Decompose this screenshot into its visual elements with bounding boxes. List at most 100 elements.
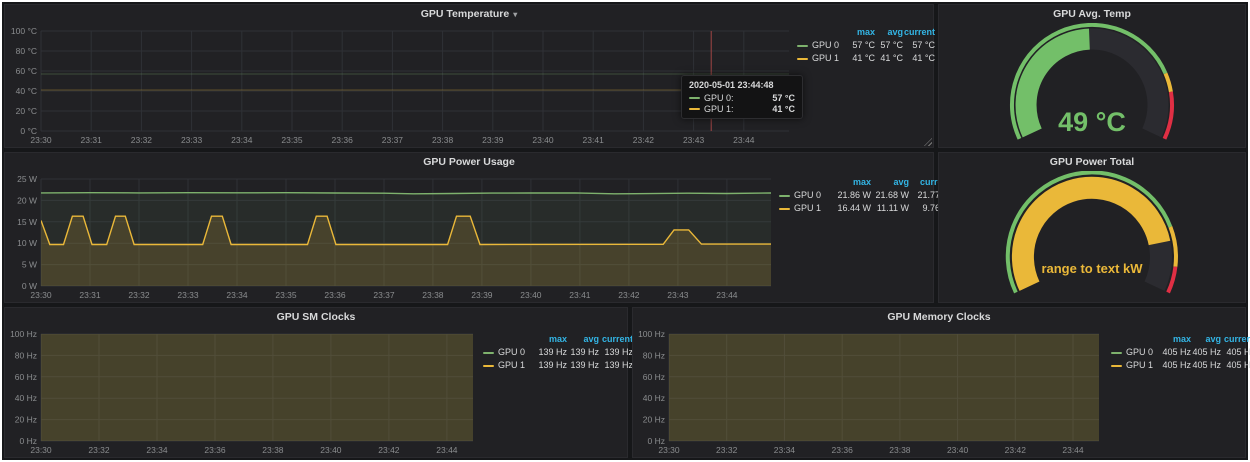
gpu-sm-clocks-chart[interactable]: 0 Hz20 Hz40 Hz60 Hz80 Hz100 Hz23:3023:32… bbox=[5, 326, 479, 457]
x-axis-tick-label: 23:38 bbox=[422, 290, 444, 300]
legend-corner-cell bbox=[483, 334, 533, 345]
chevron-down-icon[interactable]: ▾ bbox=[513, 10, 517, 19]
legend-header-avg[interactable]: avg bbox=[1191, 334, 1221, 345]
x-axis-tick-label: 23:33 bbox=[177, 290, 199, 300]
x-axis-tick-label: 23:35 bbox=[281, 135, 303, 145]
gpu-sm-clocks-legend: maxavgcurrentGPU 0139 Hz139 Hz139 HzGPU … bbox=[483, 334, 633, 371]
legend-value-cell: 139 Hz bbox=[599, 360, 633, 371]
legend-value-cell: 405 Hz bbox=[1191, 360, 1221, 371]
panel-title-gpu-sm-clocks[interactable]: GPU SM Clocks bbox=[277, 311, 356, 323]
series-color-dash bbox=[689, 108, 700, 110]
x-axis-tick-label: 23:30 bbox=[30, 290, 52, 300]
gpu-temperature-chart[interactable]: 0 °C20 °C40 °C60 °C80 °C100 °C23:3023:31… bbox=[5, 23, 795, 147]
gpu-memory-clocks-legend: maxavgcurrentGPU 0405 Hz405 Hz405 HzGPU … bbox=[1111, 334, 1250, 371]
x-axis-tick-label: 23:33 bbox=[181, 135, 203, 145]
panel-title-bar: GPU Temperature▾ bbox=[5, 5, 933, 23]
legend-series-gpu-1[interactable]: GPU 1 bbox=[483, 360, 533, 371]
y-axis-tick-label: 80 Hz bbox=[643, 350, 665, 360]
legend-header-avg[interactable]: avg bbox=[567, 334, 599, 345]
legend-value-cell: 41 °C bbox=[875, 53, 903, 64]
legend-value-cell: 405 Hz bbox=[1221, 360, 1250, 371]
legend-header-avg[interactable]: avg bbox=[875, 27, 903, 38]
dashboard: GPU Temperature▾ 0 °C20 °C40 °C60 °C80 °… bbox=[2, 2, 1248, 460]
x-axis-tick-label: 23:44 bbox=[733, 135, 755, 145]
legend-header-max[interactable]: max bbox=[1159, 334, 1191, 345]
x-axis-tick-label: 23:40 bbox=[947, 445, 969, 455]
x-axis-tick-label: 23:38 bbox=[262, 445, 284, 455]
series-color-dash bbox=[797, 58, 808, 60]
y-axis-tick-label: 80 °C bbox=[16, 46, 37, 56]
legend-series-label: GPU 0 bbox=[498, 347, 525, 358]
legend-header-max[interactable]: max bbox=[533, 334, 567, 345]
x-axis-tick-label: 23:30 bbox=[30, 445, 52, 455]
legend-value-cell: 41 °C bbox=[847, 53, 875, 64]
panel-title-gpu-temperature[interactable]: GPU Temperature bbox=[421, 8, 510, 20]
legend-value-cell: 405 Hz bbox=[1159, 347, 1191, 358]
gpu-temperature-legend: maxavgcurrentGPU 057 °C57 °C57 °CGPU 141… bbox=[797, 27, 935, 64]
legend-header-max[interactable]: max bbox=[847, 27, 875, 38]
legend-series-gpu-0[interactable]: GPU 0 bbox=[779, 190, 831, 201]
panel-gpu-temperature: GPU Temperature▾ 0 °C20 °C40 °C60 °C80 °… bbox=[4, 4, 934, 148]
legend-series-gpu-0[interactable]: GPU 0 bbox=[1111, 347, 1159, 358]
series-area-gpu-1 bbox=[669, 326, 1099, 441]
legend-header-avg[interactable]: avg bbox=[871, 177, 909, 188]
legend-series-gpu-0[interactable]: GPU 0 bbox=[483, 347, 533, 358]
y-axis-tick-label: 20 Hz bbox=[643, 415, 665, 425]
panel-title-gpu-power-usage[interactable]: GPU Power Usage bbox=[423, 156, 515, 168]
legend-value-cell: 11.11 W bbox=[871, 203, 909, 214]
legend-series-label: GPU 0 bbox=[794, 190, 821, 201]
panel-title-gpu-memory-clocks[interactable]: GPU Memory Clocks bbox=[887, 311, 990, 323]
x-axis-tick-label: 23:35 bbox=[275, 290, 297, 300]
legend-value-cell: 139 Hz bbox=[599, 347, 633, 358]
series-color-dash bbox=[689, 97, 700, 99]
series-color-dash bbox=[797, 45, 808, 47]
legend-header-current[interactable]: current bbox=[903, 27, 935, 38]
legend-series-gpu-0[interactable]: GPU 0 bbox=[797, 40, 847, 51]
panel-title-gpu-avg-temp[interactable]: GPU Avg. Temp bbox=[1053, 8, 1131, 20]
y-axis-tick-label: 40 Hz bbox=[15, 393, 37, 403]
y-axis-tick-label: 20 Hz bbox=[15, 415, 37, 425]
gpu-memory-clocks-chart[interactable]: 0 Hz20 Hz40 Hz60 Hz80 Hz100 Hz23:3023:32… bbox=[633, 326, 1105, 457]
x-axis-tick-label: 23:36 bbox=[332, 135, 354, 145]
chart-tooltip: 2020-05-01 23:44:48 GPU 0: 57 °C GPU 1: … bbox=[681, 75, 803, 119]
x-axis-tick-label: 23:42 bbox=[633, 135, 655, 145]
panel-gpu-power-total: GPU Power Total range to text kW bbox=[938, 152, 1246, 303]
panel-title-gpu-power-total[interactable]: GPU Power Total bbox=[1050, 156, 1134, 168]
legend-series-gpu-1[interactable]: GPU 1 bbox=[797, 53, 847, 64]
series-color-dash bbox=[1111, 365, 1122, 367]
legend-series-gpu-1[interactable]: GPU 1 bbox=[1111, 360, 1159, 371]
x-axis-tick-label: 23:41 bbox=[569, 290, 591, 300]
gpu-power-usage-chart[interactable]: 0 W5 W10 W15 W20 W25 W23:3023:3123:3223:… bbox=[5, 171, 777, 302]
legend-series-label: GPU 1 bbox=[1126, 360, 1153, 371]
tooltip-series-value: 41 °C bbox=[772, 104, 795, 114]
tooltip-series-name: GPU 0: bbox=[704, 93, 734, 103]
x-axis-tick-label: 23:38 bbox=[889, 445, 911, 455]
x-axis-tick-label: 23:36 bbox=[324, 290, 346, 300]
x-axis-tick-label: 23:42 bbox=[618, 290, 640, 300]
legend-header-current[interactable]: current bbox=[1221, 334, 1250, 345]
gauge-value-text: range to text kW bbox=[939, 261, 1245, 276]
legend-series-label: GPU 0 bbox=[1126, 347, 1153, 358]
x-axis-tick-label: 23:40 bbox=[532, 135, 554, 145]
legend-value-cell: 139 Hz bbox=[533, 360, 567, 371]
legend-header-max[interactable]: max bbox=[831, 177, 871, 188]
legend-value-cell: 405 Hz bbox=[1221, 347, 1250, 358]
x-axis-tick-label: 23:30 bbox=[30, 135, 52, 145]
x-axis-tick-label: 23:40 bbox=[320, 445, 342, 455]
x-axis-tick-label: 23:42 bbox=[378, 445, 400, 455]
y-axis-tick-label: 20 °C bbox=[16, 106, 37, 116]
legend-value-cell: 57 °C bbox=[847, 40, 875, 51]
panel-title-bar: GPU Power Usage bbox=[5, 153, 933, 171]
panel-title-bar: GPU SM Clocks bbox=[5, 308, 627, 326]
panel-gpu-power-usage: GPU Power Usage 0 W5 W10 W15 W20 W25 W23… bbox=[4, 152, 934, 303]
y-axis-tick-label: 60 Hz bbox=[15, 372, 37, 382]
legend-value-cell: 405 Hz bbox=[1191, 347, 1221, 358]
x-axis-tick-label: 23:37 bbox=[373, 290, 395, 300]
x-axis-tick-label: 23:41 bbox=[583, 135, 605, 145]
panel-title-bar: GPU Avg. Temp bbox=[939, 5, 1245, 23]
series-color-dash bbox=[483, 352, 494, 354]
y-axis-tick-label: 15 W bbox=[17, 217, 37, 227]
legend-series-label: GPU 1 bbox=[794, 203, 821, 214]
legend-series-gpu-1[interactable]: GPU 1 bbox=[779, 203, 831, 214]
legend-header-current[interactable]: current bbox=[599, 334, 633, 345]
